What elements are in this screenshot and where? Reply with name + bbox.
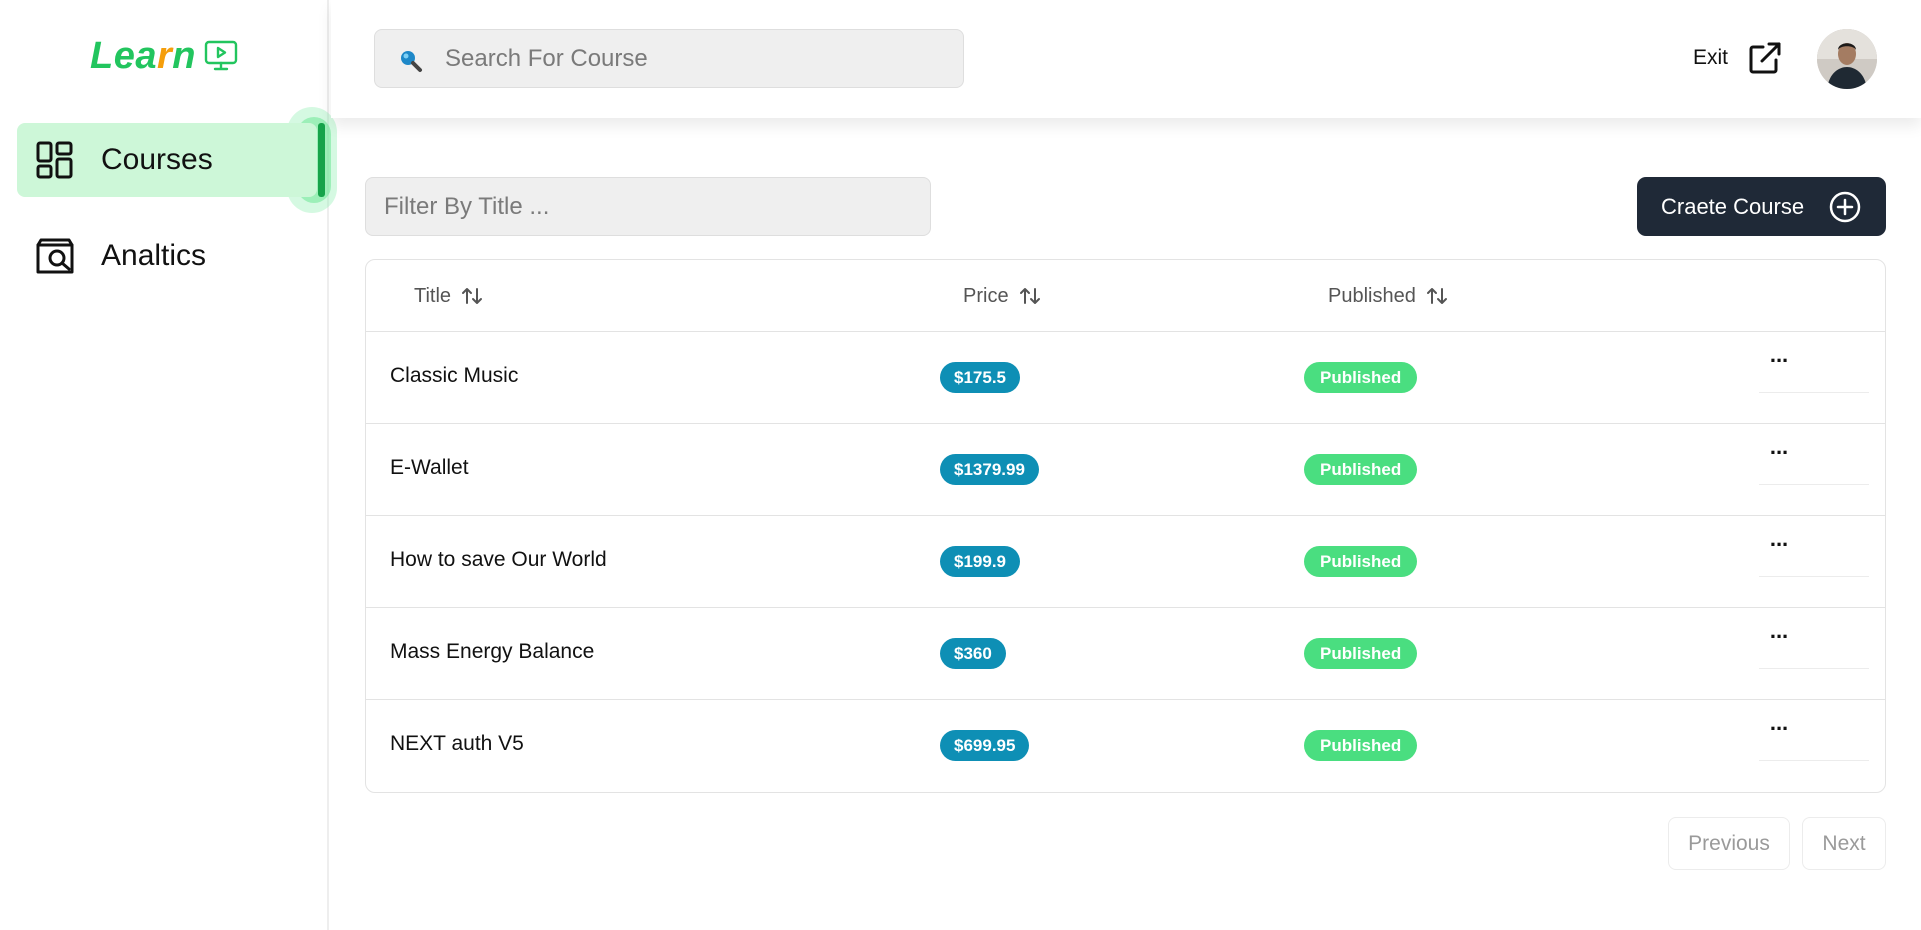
top-header: Exit: [331, 0, 1921, 118]
monitor-play-icon: [204, 40, 238, 71]
column-header-label: Price: [963, 284, 1009, 307]
search-box: [374, 29, 964, 88]
more-options-icon[interactable]: ...: [1760, 436, 1798, 464]
table-row: Classic Music $175.5 Published ...: [366, 332, 1885, 424]
exit-button[interactable]: Exit: [1693, 38, 1782, 78]
plus-circle-icon: [1829, 191, 1861, 223]
more-options-icon[interactable]: ...: [1760, 620, 1798, 648]
price-badge: $699.95: [940, 730, 1030, 761]
divider: [1759, 484, 1869, 485]
more-options-icon[interactable]: ...: [1760, 344, 1798, 372]
table-row: How to save Our World $199.9 Published .…: [366, 516, 1885, 608]
table-row: E-Wallet $1379.99 Published ...: [366, 424, 1885, 516]
divider: [1759, 668, 1869, 669]
sidebar-item-analytics[interactable]: Analtics: [17, 219, 317, 293]
create-course-label: Craete Course: [1661, 193, 1805, 219]
filter-title-input[interactable]: [384, 188, 904, 226]
next-button[interactable]: Next: [1802, 817, 1886, 870]
courses-table: Title Price Published Classic Music $175…: [365, 259, 1886, 793]
analytics-icon: [36, 238, 74, 274]
sort-icon: [462, 288, 483, 304]
status-badge: Published: [1304, 454, 1418, 485]
divider: [1759, 392, 1869, 393]
dashboard-icon: [36, 141, 73, 179]
search-icon: [401, 51, 422, 72]
course-title: E-Wallet: [390, 456, 469, 479]
more-options-icon[interactable]: ...: [1760, 528, 1798, 556]
course-title: How to save Our World: [390, 548, 607, 571]
column-header-published[interactable]: Published: [1328, 280, 1448, 312]
sidebar-item-courses[interactable]: Courses: [17, 123, 317, 197]
column-header-label: Title: [414, 284, 452, 307]
table-row: Mass Energy Balance $360 Published ...: [366, 608, 1885, 700]
logo[interactable]: Learn: [90, 34, 238, 78]
sidebar-item-label: Courses: [101, 143, 213, 176]
app-root: Learn Courses Analtics Search For Course…: [0, 0, 1921, 930]
course-title: Mass Energy Balance: [390, 640, 595, 663]
price-badge: $360: [940, 638, 1006, 669]
column-header-price[interactable]: Price: [963, 280, 1041, 312]
external-link-icon: [1749, 42, 1781, 74]
user-avatar-image: [1817, 29, 1877, 89]
status-badge: Published: [1304, 362, 1418, 393]
price-badge: $175.5: [940, 362, 1020, 393]
search-input[interactable]: [445, 40, 945, 78]
table-header: Title Price Published: [366, 260, 1885, 332]
logo-text: Learn: [90, 34, 196, 77]
column-header-title[interactable]: Title: [414, 280, 483, 312]
divider: [1759, 760, 1869, 761]
column-header-label: Published: [1328, 284, 1416, 307]
active-indicator-bar: [318, 123, 325, 197]
status-badge: Published: [1304, 546, 1418, 577]
price-badge: $199.9: [940, 546, 1020, 577]
divider: [1759, 576, 1869, 577]
sidebar-item-label: Analtics: [101, 239, 207, 272]
filter-box: [365, 177, 931, 236]
status-badge: Published: [1304, 730, 1418, 761]
status-badge: Published: [1304, 638, 1418, 669]
sidebar: Learn Courses Analtics: [0, 0, 337, 930]
previous-button[interactable]: Previous: [1668, 817, 1790, 870]
sort-icon: [1019, 288, 1040, 304]
price-badge: $1379.99: [940, 454, 1039, 485]
sort-icon: [1426, 288, 1447, 304]
exit-label: Exit: [1693, 46, 1729, 69]
table-row: NEXT auth V5 $699.95 Published ...: [366, 700, 1885, 792]
avatar[interactable]: [1817, 29, 1877, 89]
create-course-button[interactable]: Craete Course: [1637, 177, 1886, 236]
course-title: NEXT auth V5: [390, 732, 524, 755]
more-options-icon[interactable]: ...: [1760, 712, 1798, 740]
course-title: Classic Music: [390, 364, 519, 387]
